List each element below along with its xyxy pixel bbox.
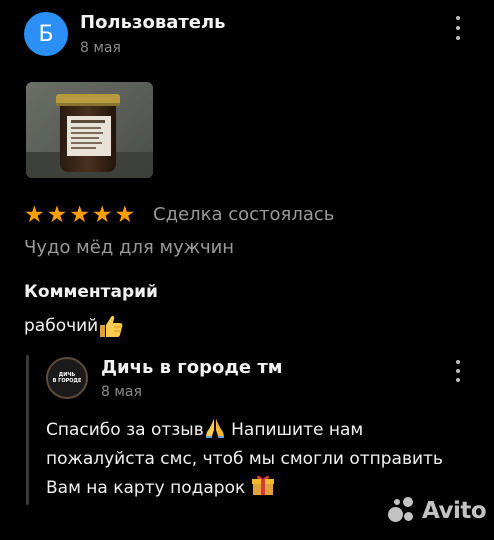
deal-status: Сделка состоялась bbox=[153, 204, 335, 225]
avito-watermark: Avito bbox=[388, 497, 487, 525]
seller-logo[interactable]: ДИЧЬ В ГОРОДЕ bbox=[46, 357, 88, 399]
gift-icon bbox=[251, 475, 274, 495]
review-date: 8 мая bbox=[80, 40, 121, 56]
seller-logo-text: В ГОРОДЕ bbox=[52, 378, 82, 384]
reply-divider bbox=[26, 355, 29, 505]
reply-text: Спасибо за отзыв Напишите нам пожалуйста… bbox=[46, 416, 466, 503]
avatar-letter: Б bbox=[38, 21, 54, 47]
reply-menu-icon[interactable] bbox=[455, 360, 461, 382]
star-icon: ★ bbox=[24, 202, 45, 228]
comment-text: рабочий bbox=[24, 314, 124, 338]
star-icon: ★ bbox=[91, 202, 113, 228]
seller-name[interactable]: Дичь в городе тм bbox=[101, 357, 283, 378]
star-icon: ★ bbox=[46, 202, 68, 228]
star-icon: ★ bbox=[69, 202, 90, 228]
avito-brand: Avito bbox=[422, 498, 487, 524]
reply-date: 8 мая bbox=[101, 384, 142, 400]
review-title: Чудо мёд для мужчин bbox=[24, 237, 235, 258]
review-photo[interactable] bbox=[26, 82, 153, 178]
rating-stars: ★ ★ ★ ★ ★ bbox=[24, 203, 135, 227]
star-icon: ★ bbox=[114, 202, 136, 228]
thumbs-up-icon bbox=[100, 315, 123, 337]
review-menu-icon[interactable] bbox=[455, 16, 461, 40]
honey-jar-image bbox=[26, 82, 153, 178]
user-avatar[interactable]: Б bbox=[24, 12, 68, 56]
comment-body: рабочий bbox=[24, 316, 99, 336]
pray-hands-icon bbox=[205, 418, 224, 438]
comment-heading: Комментарий bbox=[24, 282, 158, 302]
avito-logo-icon bbox=[388, 497, 416, 525]
reply-text-part: Спасибо за отзыв bbox=[46, 420, 204, 440]
review-author-name[interactable]: Пользователь bbox=[80, 12, 226, 33]
